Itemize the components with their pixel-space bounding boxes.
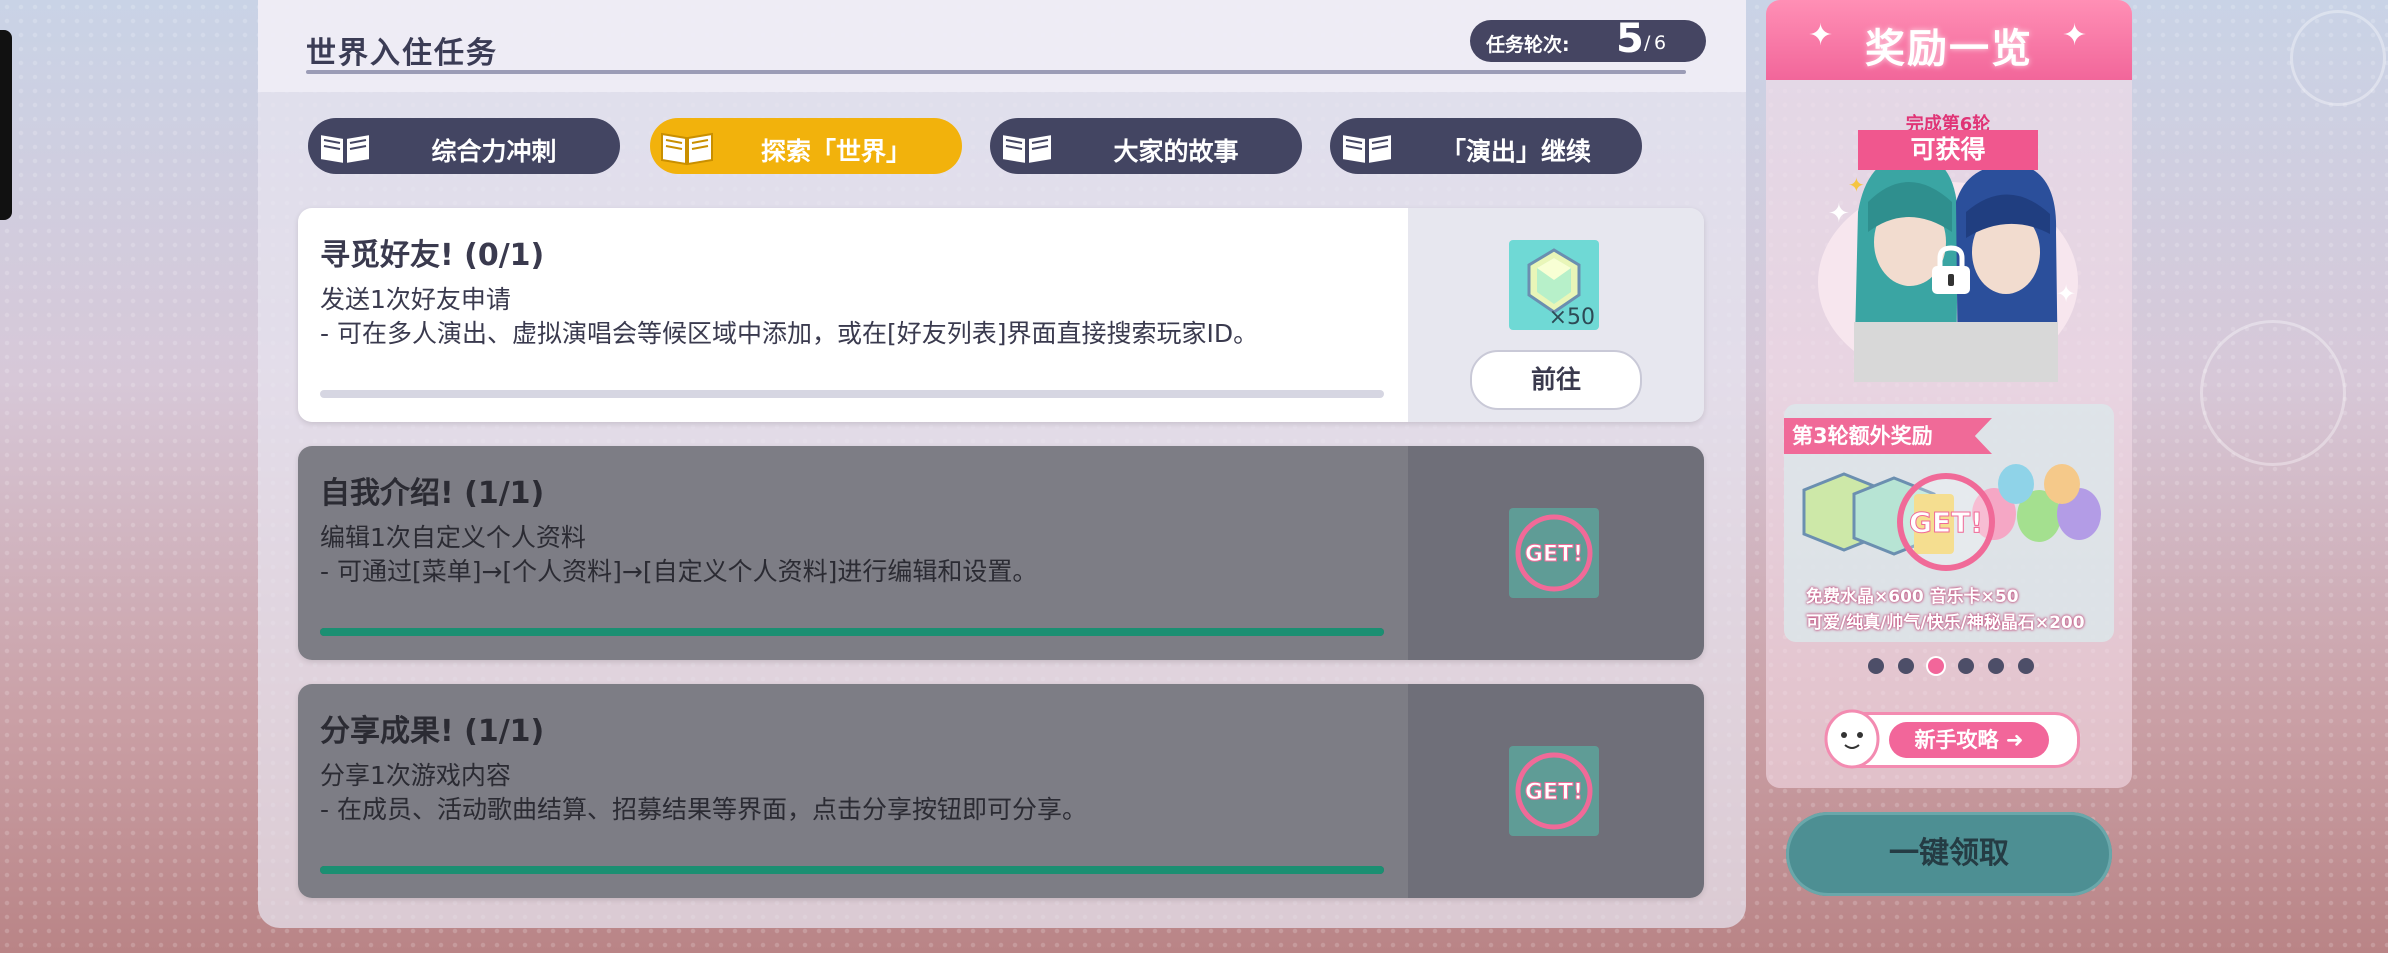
reward-claimed-badge: GET! (1509, 746, 1599, 836)
task-progress-bar (320, 390, 1384, 398)
tab-live-continue[interactable]: 「演出」继续 (1330, 118, 1642, 174)
reward-claimed-badge: GET! (1509, 508, 1599, 598)
background-glow (2290, 10, 2386, 106)
featured-ribbon: 可获得 (1858, 130, 2038, 170)
svg-text:✦: ✦ (1828, 199, 1850, 229)
get-stamp-icon: GET! (1515, 514, 1593, 592)
carousel-dot[interactable] (1898, 658, 1914, 674)
crystal-reward-icon: ×50 (1509, 240, 1599, 330)
extra-reward-tag: 第3轮额外奖励 (1784, 418, 1992, 454)
carousel-dot[interactable] (1868, 658, 1884, 674)
task-action-area: GET! (1408, 684, 1704, 898)
side-drawer-handle[interactable] (0, 30, 12, 220)
task-progress-bar (320, 866, 1384, 874)
tab-label: 探索「世界」 (760, 137, 911, 166)
carousel-pagination (1868, 656, 2048, 676)
get-stamp-text: GET! (1525, 780, 1583, 805)
task-card-self-intro: 自我介绍! (1/1) 编辑1次自定义个人资料 - 可通过[菜单]→[个人资料]… (298, 446, 1704, 660)
task-title: 自我介绍! (1/1) (320, 476, 545, 511)
task-title: 分享成果! (1/1) (320, 714, 545, 749)
beginner-guide-button[interactable]: 新手攻略 ➜ (1824, 709, 2080, 769)
task-title: 寻觅好友! (0/1) (320, 238, 545, 273)
tab-label: 大家的故事 (1113, 137, 1239, 166)
task-info: 分享成果! (1/1) 分享1次游戏内容 - 在成员、活动歌曲结算、招募结果等界… (298, 684, 1408, 898)
task-description: 分享1次游戏内容 (320, 761, 511, 790)
carousel-dot-active[interactable] (1928, 658, 1944, 674)
extra-reward-line: 可爱/纯真/帅气/快乐/神秘晶石×200 (1806, 613, 2085, 633)
carousel-dot[interactable] (1988, 658, 2004, 674)
carousel-dot[interactable] (2018, 658, 2034, 674)
reward-panel: ✦ ✦ 奖励一览 ✦ ✦ ✦ 完成第6轮 可获得 GET! 第3轮额外奖励 免费… (1766, 0, 2132, 788)
mascot-icon (1824, 709, 1880, 769)
task-progress-fill (320, 628, 1384, 636)
round-total: 6 (1654, 32, 1667, 54)
extra-reward-card[interactable]: GET! 第3轮额外奖励 免费水晶×600 音乐卡×50 可爱/纯真/帅气/快乐… (1784, 404, 2114, 642)
tab-explore-world[interactable]: 探索「世界」 (650, 118, 962, 174)
book-icon (661, 132, 713, 166)
task-description: 编辑1次自定义个人资料 (320, 523, 586, 552)
mission-panel: 世界入住任务 任务轮次: 5 / 6 综合力冲刺 探索「世界」 大家的故事 「演… (258, 0, 1746, 928)
task-info: 自我介绍! (1/1) 编辑1次自定义个人资料 - 可通过[菜单]→[个人资料]… (298, 446, 1408, 660)
get-stamp-icon: GET! (1515, 752, 1593, 830)
round-label: 任务轮次: (1486, 34, 1570, 56)
task-progress-fill (320, 866, 1384, 874)
task-hint: - 在成员、活动歌曲结算、招募结果等界面，点击分享按钮即可分享。 (320, 795, 1087, 824)
carousel-dot[interactable] (1958, 658, 1974, 674)
tab-overall-power[interactable]: 综合力冲刺 (308, 118, 620, 174)
book-icon (1001, 132, 1053, 166)
task-card-find-friend: 寻觅好友! (0/1) 发送1次好友申请 - 可在多人演出、虚拟演唱会等候区域中… (298, 208, 1704, 422)
round-separator: / (1644, 32, 1651, 54)
reward-panel-title: 奖励一览 (1865, 26, 2033, 72)
featured-reward[interactable]: ✦ ✦ ✦ 完成第6轮 可获得 (1788, 92, 2108, 382)
guide-label-text: 新手攻略 (1914, 728, 1999, 752)
reward-quantity: ×50 (1548, 305, 1595, 330)
round-counter: 任务轮次: 5 / 6 (1470, 16, 1706, 62)
svg-text:✦: ✦ (1848, 173, 1865, 197)
task-progress-bar (320, 628, 1384, 636)
book-icon (319, 132, 371, 166)
background-glow (2200, 320, 2346, 466)
tab-label: 综合力冲刺 (431, 137, 557, 166)
round-current: 5 (1616, 16, 1644, 62)
title-underline (306, 70, 1686, 74)
task-info: 寻觅好友! (0/1) 发送1次好友申请 - 可在多人演出、虚拟演唱会等候区域中… (298, 208, 1408, 422)
reward-panel-header: ✦ ✦ 奖励一览 (1766, 0, 2132, 80)
task-hint: - 可在多人演出、虚拟演唱会等候区域中添加，或在[好友列表]界面直接搜索玩家ID… (320, 319, 1259, 348)
task-description: 发送1次好友申请 (320, 285, 511, 314)
task-card-share: 分享成果! (1/1) 分享1次游戏内容 - 在成员、活动歌曲结算、招募结果等界… (298, 684, 1704, 898)
mission-header: 世界入住任务 任务轮次: 5 / 6 (258, 0, 1746, 92)
extra-get-stamp: GET! (1909, 506, 1983, 539)
get-stamp-text: GET! (1525, 542, 1583, 567)
task-hint: - 可通过[菜单]→[个人资料]→[自定义个人资料]进行编辑和设置。 (320, 557, 1038, 586)
go-button[interactable]: 前往 (1470, 350, 1642, 410)
claim-all-button[interactable]: 一键领取 (1786, 812, 2112, 896)
lock-icon (1932, 245, 1970, 294)
beginner-guide-label: 新手攻略 ➜ (1889, 722, 2049, 758)
tab-label: 「演出」继续 (1440, 137, 1591, 166)
book-icon (1341, 132, 1393, 166)
svg-text:✦: ✦ (2056, 280, 2076, 308)
task-action-area: GET! (1408, 446, 1704, 660)
extra-reward-line: 免费水晶×600 音乐卡×50 (1806, 587, 2019, 607)
task-action-area: ×50 前往 (1408, 208, 1704, 422)
tab-everyone-story[interactable]: 大家的故事 (990, 118, 1302, 174)
arrow-right-icon: ➜ (2005, 728, 2024, 752)
page-title: 世界入住任务 (306, 36, 498, 71)
